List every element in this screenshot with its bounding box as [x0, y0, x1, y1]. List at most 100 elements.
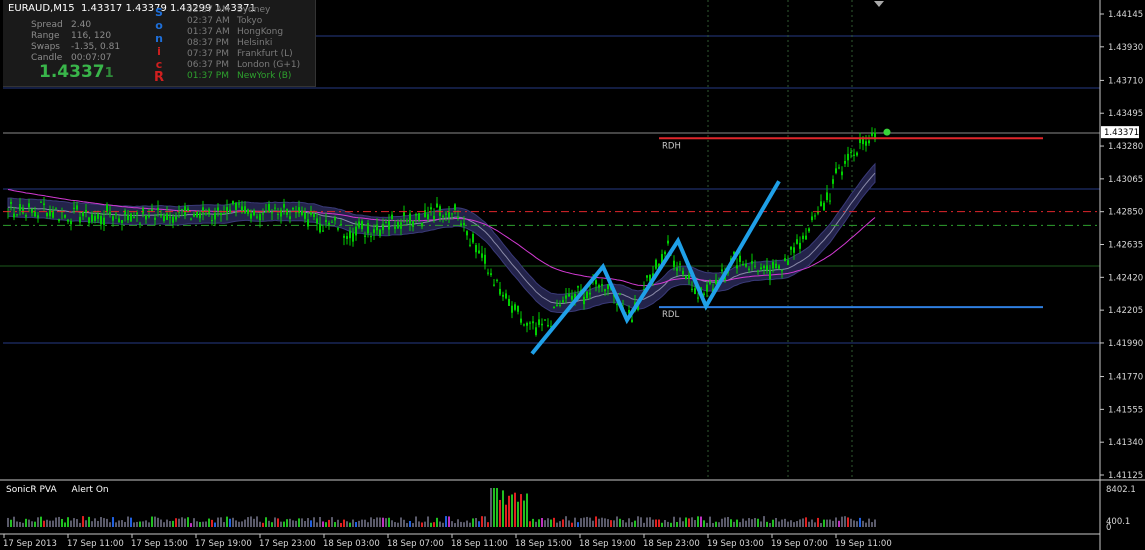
volume-bar	[664, 520, 666, 527]
session-time: 06:37 PM	[187, 60, 229, 70]
candle-body	[826, 192, 828, 201]
candle-body	[442, 215, 444, 217]
volume-bar	[805, 517, 807, 527]
candle-body	[691, 288, 693, 290]
candle-body	[673, 260, 675, 268]
session-row: 08:37 PM Helsinki	[187, 38, 272, 48]
candle-body	[841, 171, 843, 176]
session-row: 02:37 AM Sydney	[187, 5, 270, 15]
candle-body	[865, 141, 867, 146]
volume-bar	[520, 494, 522, 527]
price-tick-label: 1.41555	[1108, 405, 1143, 415]
volume-bar	[586, 516, 588, 527]
volume-bar	[637, 516, 639, 527]
candle-body	[601, 284, 603, 286]
price-tick-label: 1.43930	[1108, 43, 1143, 53]
candle-body	[43, 203, 45, 206]
volume-alert-status: Alert On	[71, 485, 109, 495]
candle-body	[832, 179, 834, 184]
volume-bar	[283, 521, 285, 527]
candle-body	[802, 235, 804, 240]
candle-body	[40, 201, 42, 203]
volume-bar	[826, 519, 828, 527]
volume-bar	[640, 517, 642, 527]
volume-bar	[460, 521, 462, 527]
volume-bar	[874, 519, 876, 527]
volume-bar	[205, 521, 207, 527]
session-time: 01:37 AM	[187, 27, 230, 37]
candle-body	[13, 213, 15, 218]
volume-bar	[163, 522, 165, 527]
candle-body	[130, 213, 132, 222]
price-tick-label: 1.41770	[1108, 373, 1143, 383]
time-tick-label: 17 Sep 19:00	[195, 539, 252, 549]
volume-bar	[655, 519, 657, 527]
candle-body	[508, 298, 510, 306]
candle-body	[64, 214, 66, 218]
volume-bar	[103, 518, 105, 527]
volume-bar	[727, 516, 729, 527]
volume-bar	[547, 518, 549, 527]
volume-bar	[430, 522, 432, 527]
candle-body	[754, 265, 756, 267]
volume-bar	[619, 518, 621, 527]
candle-body	[181, 209, 183, 211]
candle-body	[646, 275, 648, 278]
volume-bar	[571, 522, 573, 527]
session-time: 08:37 PM	[187, 38, 229, 48]
candle-body	[847, 153, 849, 161]
candle-body	[91, 214, 93, 222]
volume-bar	[403, 519, 405, 527]
candle-body	[559, 304, 561, 306]
volume-bar	[94, 518, 96, 527]
volume-bar	[34, 521, 36, 527]
volume-bar	[172, 520, 174, 527]
volume-bar	[835, 517, 837, 527]
candle-body	[307, 219, 309, 227]
candle-body	[520, 318, 522, 323]
volume-bar	[508, 495, 510, 527]
candle-body	[169, 216, 171, 218]
price-tick-label: 1.43280	[1108, 142, 1143, 152]
session-row: 01:37 AM HongKong	[187, 27, 283, 37]
volume-bar	[301, 518, 303, 527]
volume-bar	[217, 517, 219, 527]
volume-bar	[346, 521, 348, 527]
candle-body	[526, 323, 528, 326]
volume-bar	[178, 518, 180, 527]
volume-bar	[544, 520, 546, 527]
volume-bar	[322, 521, 324, 527]
volume-bar	[112, 517, 114, 527]
candle-body	[844, 161, 846, 164]
volume-bar	[724, 517, 726, 527]
candle-body	[328, 222, 330, 226]
candle-body	[451, 213, 453, 215]
volume-bar	[808, 521, 810, 527]
volume-bar	[793, 522, 795, 527]
volume-bar	[433, 522, 435, 527]
volume-bar	[424, 521, 426, 527]
candle-body	[664, 251, 666, 255]
volume-bar	[79, 522, 81, 527]
volume-bar	[697, 516, 699, 527]
volume-bar	[139, 521, 141, 527]
volume-bar	[421, 522, 423, 527]
price-tick-label: 1.42635	[1108, 241, 1143, 251]
candle-body	[25, 214, 27, 217]
candle-body	[109, 212, 111, 215]
volume-bar	[286, 519, 288, 527]
candle-body	[745, 264, 747, 267]
volume-bar	[781, 519, 783, 527]
current-price-label: 1.43371	[1104, 128, 1139, 138]
candle-body	[211, 219, 213, 221]
price-tick-label: 1.44145	[1108, 10, 1143, 20]
volume-bar	[304, 520, 306, 527]
candle-body	[565, 295, 567, 299]
volume-bar	[799, 519, 801, 527]
volume-bar	[220, 517, 222, 527]
volume-bar	[109, 522, 111, 527]
volume-bar	[730, 519, 732, 527]
volume-bar	[319, 517, 321, 527]
candle-body	[769, 270, 771, 280]
volume-bar	[757, 518, 759, 527]
